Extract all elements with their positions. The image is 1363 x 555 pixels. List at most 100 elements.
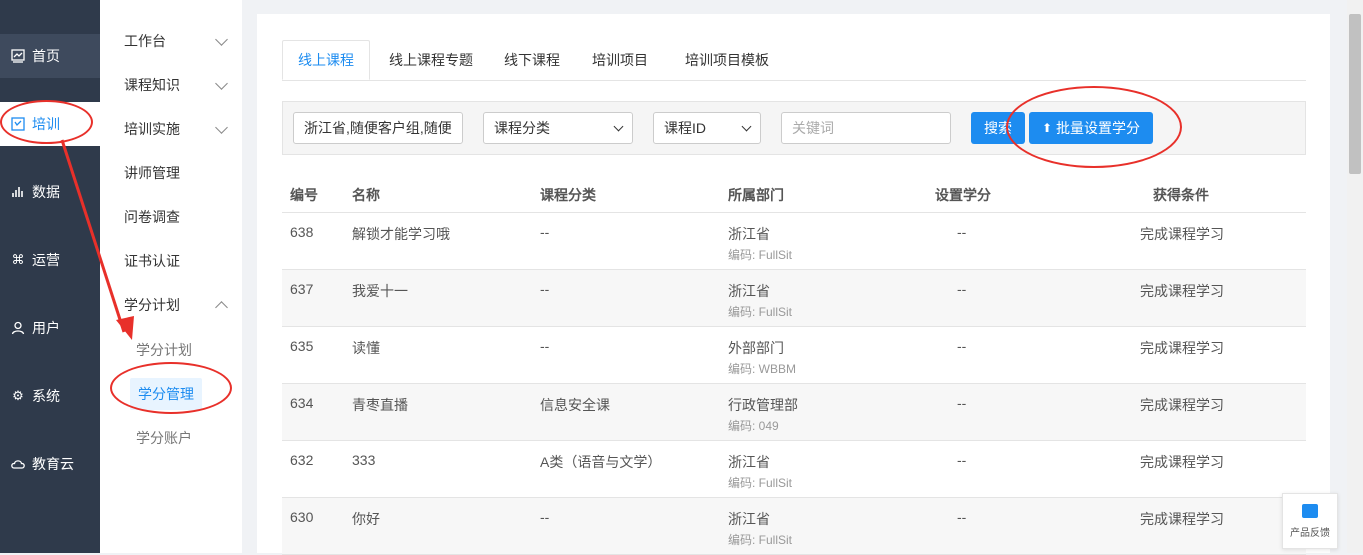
nav-label: 运营 bbox=[32, 252, 60, 268]
nav-label: 教育云 bbox=[32, 456, 74, 472]
submenu-label: 工作台 bbox=[124, 33, 166, 49]
table-row[interactable]: 637 我爱十一 -- 浙江省 -- 完成课程学习 编码: FullSit bbox=[282, 270, 1306, 327]
submenu-course-knowledge[interactable]: 课程知识 bbox=[124, 70, 234, 100]
submenu-label: 课程知识 bbox=[124, 77, 180, 93]
cell-credit: -- bbox=[957, 338, 967, 354]
cell-category: -- bbox=[540, 338, 550, 354]
chart-icon bbox=[10, 48, 26, 64]
cell-name: 你好 bbox=[352, 511, 380, 527]
cell-department: 浙江省 bbox=[728, 283, 770, 299]
header-id: 编号 bbox=[290, 187, 318, 203]
nav-item-edu-cloud[interactable]: 教育云 bbox=[0, 442, 100, 486]
table-header: 编号 名称 课程分类 所属部门 设置学分 获得条件 bbox=[282, 174, 1306, 213]
submenu-credit-plan[interactable]: 学分计划 bbox=[136, 340, 192, 360]
cell-credit: -- bbox=[957, 281, 967, 297]
tab-training-project-template[interactable]: 培训项目模板 bbox=[672, 40, 782, 80]
submenu-label: 问卷调查 bbox=[124, 209, 180, 225]
cell-id: 637 bbox=[290, 281, 314, 297]
submenu-label: 学分计划 bbox=[124, 297, 180, 313]
nav-item-users[interactable]: 用户 bbox=[0, 306, 100, 350]
header-credit: 设置学分 bbox=[935, 187, 991, 203]
submenu: 工作台 课程知识 培训实施 讲师管理 问卷调查 证书认证 学分计划 学分计划 学… bbox=[100, 0, 242, 553]
cell-credit: -- bbox=[957, 452, 967, 468]
tab-bar: 线上课程 线上课程专题 线下课程 培训项目 培训项目模板 bbox=[282, 40, 1306, 81]
annotation-circle-credit-management bbox=[110, 362, 232, 414]
submenu-label: 讲师管理 bbox=[124, 165, 180, 181]
cell-name: 我爱十一 bbox=[352, 283, 408, 299]
submenu-survey[interactable]: 问卷调查 bbox=[124, 202, 234, 232]
cell-condition: 完成课程学习 bbox=[1140, 511, 1224, 527]
cell-id: 635 bbox=[290, 338, 314, 354]
nav-item-data[interactable]: 数据 bbox=[0, 170, 100, 214]
cell-credit: -- bbox=[957, 224, 967, 240]
course-table: 编号 名称 课程分类 所属部门 设置学分 获得条件 638 解锁才能学习哦 -- 浙江… bbox=[282, 174, 1306, 555]
cell-department-code: 编码: FullSit bbox=[728, 533, 793, 547]
cell-department: 外部部门 bbox=[728, 340, 784, 356]
department-selector[interactable]: 浙江省,随便客户组,随便 bbox=[293, 112, 463, 144]
header-condition: 获得条件 bbox=[1153, 187, 1209, 203]
cell-condition: 完成课程学习 bbox=[1140, 454, 1224, 470]
nav-label: 用户 bbox=[32, 320, 60, 336]
main-nav: 首页 培训 数据 ⌘ 运营 用户 ⚙ 系统 教育云 bbox=[0, 0, 100, 553]
chevron-down-icon bbox=[215, 32, 228, 46]
submenu-lecturer-management[interactable]: 讲师管理 bbox=[124, 158, 234, 188]
page-scrollbar[interactable] bbox=[1347, 0, 1363, 553]
submenu-credit-account[interactable]: 学分账户 bbox=[136, 428, 192, 448]
tab-online-course[interactable]: 线上课程 bbox=[282, 40, 370, 80]
nav-label: 首页 bbox=[32, 48, 60, 64]
submenu-credit-plan-group[interactable]: 学分计划 bbox=[124, 290, 234, 320]
header-department: 所属部门 bbox=[728, 187, 784, 203]
cell-department-code: 编码: 049 bbox=[728, 419, 779, 433]
submenu-workbench[interactable]: 工作台 bbox=[124, 26, 234, 56]
cell-id: 638 bbox=[290, 224, 314, 240]
cell-name: 青枣直播 bbox=[352, 397, 408, 413]
id-type-select[interactable]: 课程ID bbox=[653, 112, 761, 144]
table-row[interactable]: 635 读懂 -- 外部部门 -- 完成课程学习 编码: WBBM bbox=[282, 327, 1306, 384]
product-feedback-button[interactable]: 产品反馈 bbox=[1282, 493, 1338, 549]
cell-department-code: 编码: FullSit bbox=[728, 476, 793, 490]
tab-training-project[interactable]: 培训项目 bbox=[582, 40, 658, 80]
cell-id: 634 bbox=[290, 395, 314, 411]
cell-id: 630 bbox=[290, 509, 314, 525]
annotation-circle-batch-button bbox=[1006, 86, 1182, 168]
cell-department: 行政管理部 bbox=[728, 397, 798, 413]
main-panel: 线上课程 线上课程专题 线下课程 培训项目 培训项目模板 浙江省,随便客户组,随… bbox=[257, 14, 1330, 555]
table-row[interactable]: 632 333 A类（语音与文学） 浙江省 -- 完成课程学习 编码: FullSit bbox=[282, 441, 1306, 498]
nav-label: 数据 bbox=[32, 184, 60, 200]
cell-id: 632 bbox=[290, 452, 314, 468]
command-icon: ⌘ bbox=[11, 252, 25, 267]
table-row[interactable]: 638 解锁才能学习哦 -- 浙江省 -- 完成课程学习 编码: FullSit bbox=[282, 213, 1306, 270]
cell-department: 浙江省 bbox=[728, 511, 770, 527]
submenu-training-implementation[interactable]: 培训实施 bbox=[124, 114, 234, 144]
cell-credit: -- bbox=[957, 509, 967, 525]
cell-condition: 完成课程学习 bbox=[1140, 226, 1224, 242]
cell-condition: 完成课程学习 bbox=[1140, 397, 1224, 413]
annotation-circle-training bbox=[0, 100, 93, 144]
nav-item-operations[interactable]: ⌘ 运营 bbox=[0, 238, 100, 282]
chevron-down-icon bbox=[215, 76, 228, 90]
table-row[interactable]: 634 青枣直播 信息安全课 行政管理部 -- 完成课程学习 编码: 049 bbox=[282, 384, 1306, 441]
cell-department-code: 编码: WBBM bbox=[728, 362, 796, 376]
cell-category: -- bbox=[540, 281, 550, 297]
chevron-up-icon bbox=[215, 300, 228, 314]
tab-offline-course[interactable]: 线下课程 bbox=[494, 40, 570, 80]
nav-item-system[interactable]: ⚙ 系统 bbox=[0, 374, 100, 418]
header-name: 名称 bbox=[352, 187, 380, 203]
table-body: 638 解锁才能学习哦 -- 浙江省 -- 完成课程学习 编码: FullSit 637 我爱十… bbox=[282, 213, 1306, 555]
user-icon bbox=[10, 320, 26, 336]
tab-online-course-topic[interactable]: 线上课程专题 bbox=[378, 40, 484, 80]
cell-department-code: 编码: FullSit bbox=[728, 305, 793, 319]
cell-department-code: 编码: FullSit bbox=[728, 248, 793, 262]
keyword-input[interactable]: 关键词 bbox=[781, 112, 951, 144]
cell-category: -- bbox=[540, 509, 550, 525]
cell-category: 信息安全课 bbox=[540, 397, 610, 413]
table-row[interactable]: 630 你好 -- 浙江省 -- 完成课程学习编码: FullSit bbox=[282, 498, 1306, 555]
submenu-certificate[interactable]: 证书认证 bbox=[124, 246, 234, 276]
cell-department: 浙江省 bbox=[728, 226, 770, 242]
submenu-label: 证书认证 bbox=[124, 253, 180, 269]
cell-name: 333 bbox=[352, 452, 376, 468]
nav-item-home[interactable]: 首页 bbox=[0, 34, 100, 78]
category-select[interactable]: 课程分类 bbox=[483, 112, 633, 144]
feedback-label: 产品反馈 bbox=[1290, 527, 1330, 539]
scrollbar-thumb[interactable] bbox=[1349, 14, 1361, 174]
